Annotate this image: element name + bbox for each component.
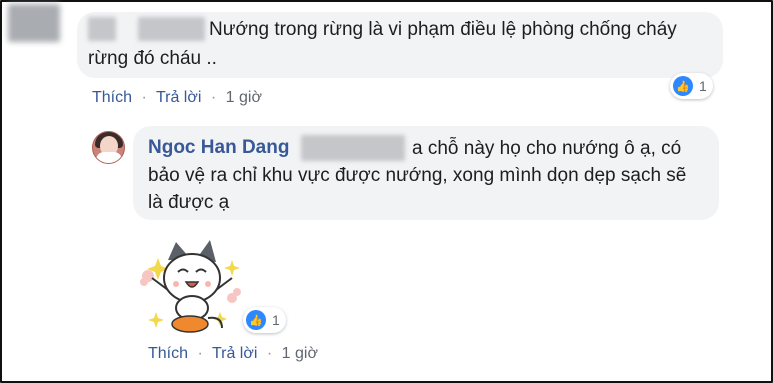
cat-sticker-icon <box>140 240 241 333</box>
timestamp[interactable]: 1 giờ <box>226 89 262 106</box>
like-icon: 👍 <box>246 310 266 330</box>
blurred-author-name-2[interactable] <box>138 17 205 41</box>
comment-text-line: Nướng trong rừng là vi phạm điều lệ phòn… <box>209 19 677 40</box>
author-name[interactable]: Ngoc Han Dang <box>148 137 289 159</box>
separator: · <box>141 89 147 106</box>
like-icon: 👍 <box>673 76 693 96</box>
comment-text-line: bảo vệ ra chỉ khu vực được nướng, xong m… <box>148 165 687 186</box>
like-link[interactable]: Thích <box>92 89 132 106</box>
reaction-count[interactable]: 👍 1 <box>243 307 286 333</box>
comment-text-line: rừng đó cháu .. <box>88 48 217 69</box>
reaction-count[interactable]: 👍 1 <box>670 73 713 99</box>
reaction-number: 1 <box>272 312 280 328</box>
comment-actions: Thích · Trả lời · 1 giờ <box>92 89 262 107</box>
timestamp[interactable]: 1 giờ <box>282 345 318 362</box>
comment-text-line: a chỗ này họ cho nướng ô ạ, có <box>412 138 682 159</box>
comment-actions: Thích · Trả lời · 1 giờ <box>148 345 318 363</box>
blurred-tag[interactable] <box>301 135 405 161</box>
reaction-number: 1 <box>699 78 707 94</box>
reply-link[interactable]: Trả lời <box>212 345 257 362</box>
avatar[interactable] <box>8 4 60 42</box>
avatar[interactable] <box>92 131 125 164</box>
separator: · <box>266 345 273 362</box>
separator: · <box>210 89 217 106</box>
reply-link[interactable]: Trả lời <box>156 89 201 106</box>
blurred-author-name[interactable] <box>88 17 116 41</box>
like-link[interactable]: Thích <box>148 345 188 362</box>
separator: · <box>197 345 203 362</box>
comment-text-line: là được ạ <box>148 192 230 213</box>
